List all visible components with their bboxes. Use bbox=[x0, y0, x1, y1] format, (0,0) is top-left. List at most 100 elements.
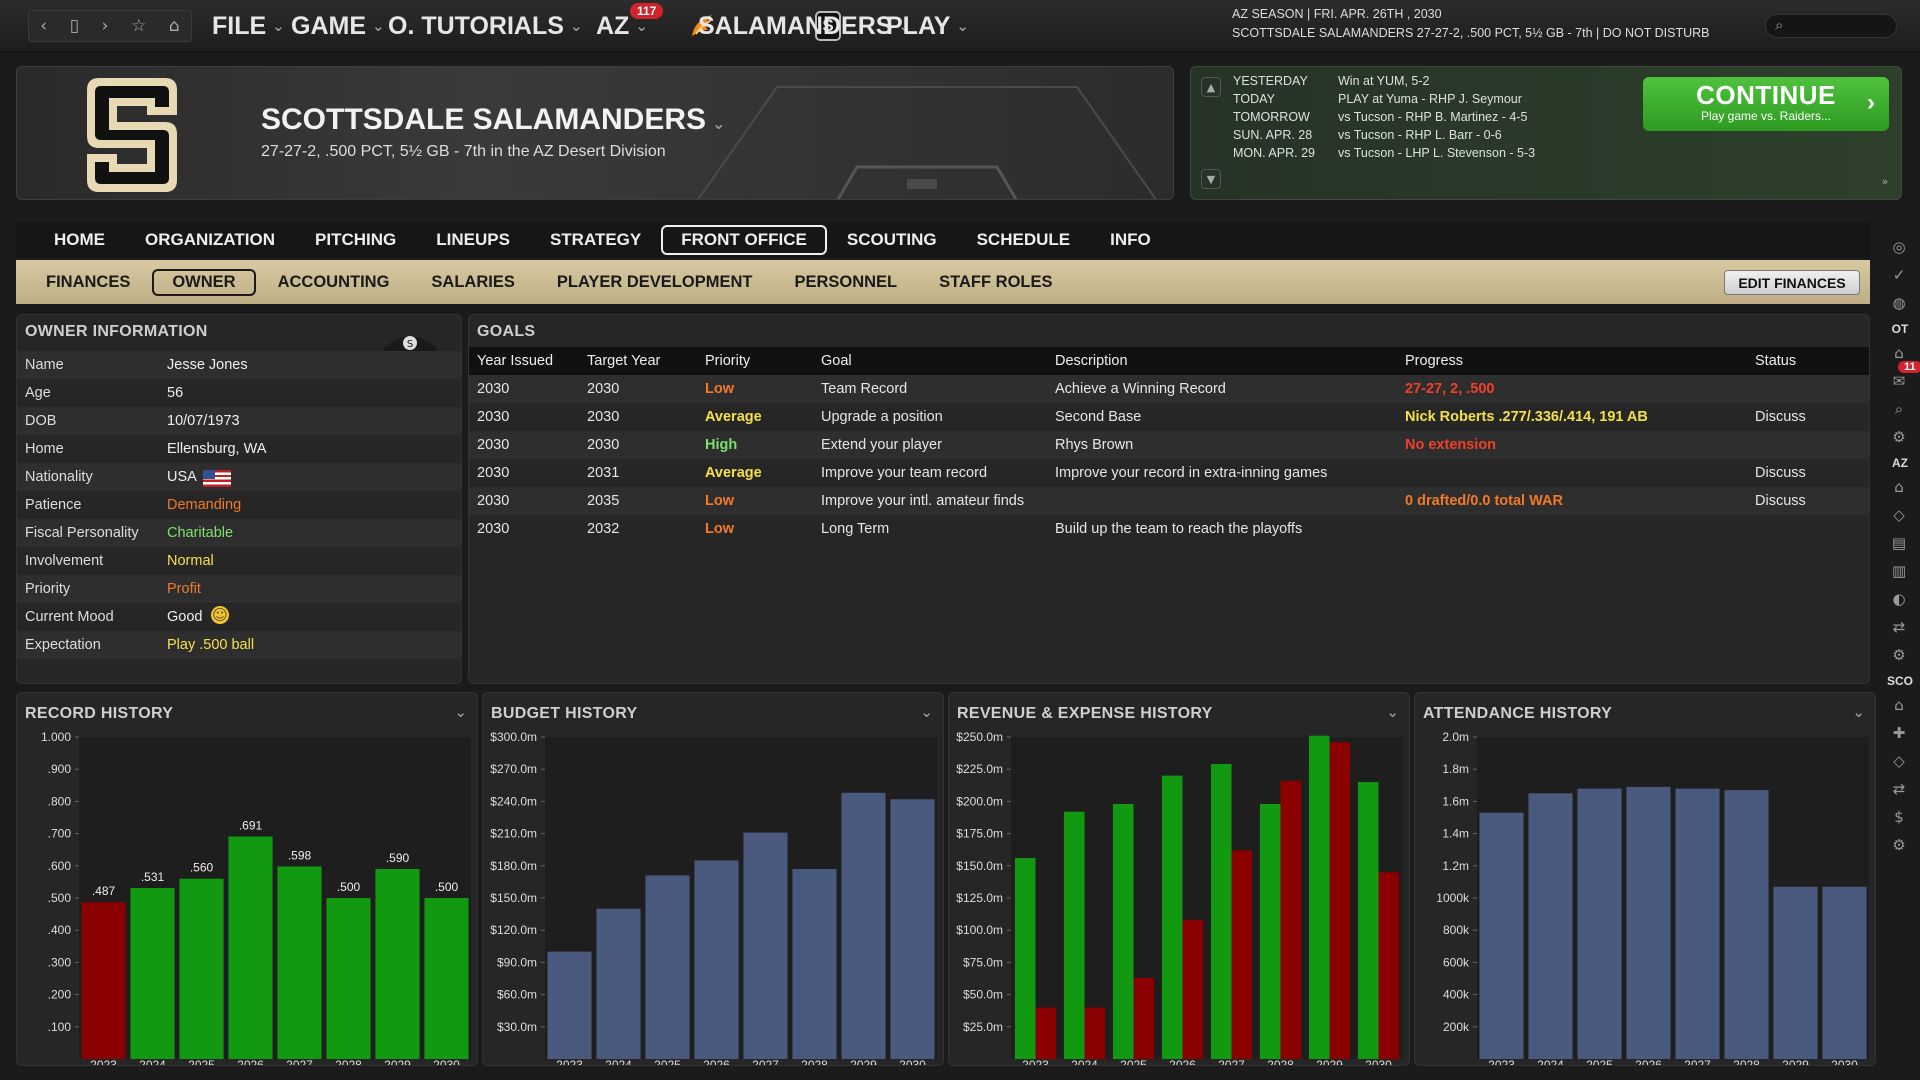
bar bbox=[1822, 886, 1867, 1059]
subtab-salaries[interactable]: SALARIES bbox=[411, 269, 534, 296]
search-icon[interactable]: ⌕ bbox=[1888, 400, 1910, 422]
search-input[interactable]: ⌕ bbox=[1765, 14, 1897, 38]
dollar-icon[interactable]: $ bbox=[1888, 808, 1910, 830]
baseball-icon[interactable]: ◐ bbox=[1888, 590, 1910, 612]
schedule-game: Win at YUM, 5-2 bbox=[1338, 74, 1430, 88]
goals-col-progress[interactable]: Progress bbox=[1405, 353, 1463, 369]
bar bbox=[1528, 793, 1573, 1059]
owner-row-expectation: Expectation Play .500 ball bbox=[17, 631, 461, 659]
x-tick-label: 2025 bbox=[1120, 1058, 1147, 1066]
menu-o-tutorials[interactable]: O. TUTORIALS ⌄ bbox=[388, 10, 583, 42]
x-tick-label: 2024 bbox=[1537, 1058, 1564, 1066]
subtab-player-development[interactable]: PLAYER DEVELOPMENT bbox=[537, 269, 773, 296]
menu-label: PLAY bbox=[886, 11, 951, 40]
menu-file[interactable]: FILE ⌄ bbox=[212, 10, 285, 42]
goal-row[interactable]: 2030 2032 Low Long Term Build up the team to… bbox=[469, 515, 1869, 543]
menu-game[interactable]: GAME ⌄ bbox=[291, 10, 385, 42]
trade-icon[interactable]: ⇄ bbox=[1888, 780, 1910, 802]
gear-icon[interactable]: ⚙ bbox=[1888, 428, 1910, 450]
goal-name: Improve your intl. amateur finds bbox=[821, 493, 1025, 509]
mail-icon[interactable]: ✉ bbox=[1888, 372, 1910, 394]
chevron-down-icon[interactable]: ⌄ bbox=[712, 114, 725, 133]
tab-organization[interactable]: ORGANIZATION bbox=[125, 225, 295, 255]
home-icon[interactable]: ⌂ bbox=[1888, 696, 1910, 718]
sidebar-label: SCO bbox=[1886, 674, 1913, 688]
y-tick-label: .900 bbox=[48, 762, 72, 776]
chevron-down-icon[interactable]: ⌄ bbox=[1386, 703, 1399, 721]
tab-pitching[interactable]: PITCHING bbox=[295, 225, 416, 255]
double-chevron-right-icon[interactable]: » bbox=[1875, 171, 1895, 191]
data-label: .598 bbox=[288, 848, 312, 862]
owner-row-age: Age 56 bbox=[17, 379, 461, 407]
bar bbox=[424, 898, 469, 1059]
goal-target-year: 2030 bbox=[587, 437, 620, 453]
checkmark-icon[interactable]: ✓ bbox=[1888, 266, 1910, 288]
edit-finances-button[interactable]: EDIT FINANCES bbox=[1724, 270, 1860, 295]
diamond-icon[interactable]: ◇ bbox=[1888, 752, 1910, 774]
star-icon[interactable]: ☆ bbox=[131, 16, 146, 36]
y-tick-label: $150.0m bbox=[490, 891, 537, 905]
trade-icon[interactable]: ⇄ bbox=[1888, 618, 1910, 640]
tab-info[interactable]: INFO bbox=[1090, 225, 1171, 255]
goals-col-year-issued[interactable]: Year Issued bbox=[477, 353, 553, 369]
lightbulb-icon[interactable]: ◎ bbox=[1888, 238, 1910, 260]
chevron-down-icon[interactable]: ▼ bbox=[1201, 169, 1221, 189]
tab-schedule[interactable]: SCHEDULE bbox=[957, 225, 1091, 255]
stats-icon[interactable]: ▥ bbox=[1888, 562, 1910, 584]
goal-row[interactable]: 2030 2035 Low Improve your intl. amateur fi… bbox=[469, 487, 1869, 515]
x-tick-label: 2030 bbox=[1365, 1058, 1392, 1066]
goal-row[interactable]: 2030 2030 High Extend your player Rhys Brown… bbox=[469, 431, 1869, 459]
diamond-icon[interactable]: ◇ bbox=[1888, 506, 1910, 528]
bar bbox=[547, 951, 592, 1059]
menu-az[interactable]: AZ ⌄ bbox=[596, 10, 648, 42]
y-tick-label: $180.0m bbox=[490, 859, 537, 873]
home-icon[interactable]: ⌂ bbox=[169, 16, 180, 36]
owner-field-label: Current Mood bbox=[25, 609, 114, 625]
subtab-owner[interactable]: OWNER bbox=[152, 268, 256, 296]
bar bbox=[1479, 812, 1524, 1059]
chevron-down-icon[interactable]: ⌄ bbox=[1852, 703, 1865, 721]
y-tick-label: 1.000 bbox=[41, 730, 71, 744]
menu-play[interactable]: PLAY ⌄ bbox=[886, 10, 969, 42]
roster-icon[interactable]: ▤ bbox=[1888, 534, 1910, 556]
bar bbox=[228, 836, 273, 1059]
gear-icon[interactable]: ⚙ bbox=[1888, 646, 1910, 668]
continue-button[interactable]: CONTINUE Play game vs. Raiders... › bbox=[1643, 77, 1889, 131]
tab-lineups[interactable]: LINEUPS bbox=[416, 225, 530, 255]
subtab-personnel[interactable]: PERSONNEL bbox=[774, 269, 917, 296]
goal-row[interactable]: 2030 2030 Average Upgrade a position Second … bbox=[469, 403, 1869, 431]
tab-strategy[interactable]: STRATEGY bbox=[530, 225, 661, 255]
goal-row[interactable]: 2030 2030 Low Team Record Achieve a Winning … bbox=[469, 375, 1869, 403]
forward-icon[interactable]: › bbox=[102, 16, 109, 36]
back-icon[interactable]: ‹ bbox=[40, 16, 47, 36]
team-name[interactable]: SCOTTSDALE SALAMANDERS ⌄ bbox=[261, 103, 725, 137]
subtab-finances[interactable]: FINANCES bbox=[26, 269, 150, 296]
tab-home[interactable]: HOME bbox=[34, 225, 125, 255]
bar-revenue bbox=[1308, 735, 1330, 1059]
mobile-icon[interactable]: ▯ bbox=[70, 16, 79, 36]
chevron-down-icon[interactable]: ⌄ bbox=[454, 703, 467, 721]
subtab-accounting[interactable]: ACCOUNTING bbox=[258, 269, 410, 296]
medical-icon[interactable]: ✚ bbox=[1888, 724, 1910, 746]
subtab-staff-roles[interactable]: STAFF ROLES bbox=[919, 269, 1072, 296]
goal-progress: 0 drafted/0.0 total WAR bbox=[1405, 493, 1563, 509]
goal-target-year: 2032 bbox=[587, 521, 620, 537]
chevron-down-icon[interactable]: ⌄ bbox=[920, 703, 933, 721]
owner-information-panel: OWNER INFORMATION S Name Jesse Jones Age 56… bbox=[16, 314, 462, 684]
goal-row[interactable]: 2030 2031 Average Improve your team record I… bbox=[469, 459, 1869, 487]
globe-icon[interactable]: ◍ bbox=[1888, 294, 1910, 316]
goals-col-status[interactable]: Status bbox=[1755, 353, 1796, 369]
goal-year-issued: 2030 bbox=[477, 521, 510, 537]
x-tick-label: 2030 bbox=[1831, 1058, 1858, 1066]
goals-col-description[interactable]: Description bbox=[1055, 353, 1128, 369]
tab-scouting[interactable]: SCOUTING bbox=[827, 225, 957, 255]
goals-col-target-year[interactable]: Target Year bbox=[587, 353, 660, 369]
chevron-up-icon[interactable]: ▲ bbox=[1201, 77, 1221, 97]
menu-salamanders[interactable]: SALAMANDERS ⌄ bbox=[698, 10, 911, 42]
goals-col-goal[interactable]: Goal bbox=[821, 353, 852, 369]
gear-icon[interactable]: ⚙ bbox=[1888, 836, 1910, 858]
goals-col-priority[interactable]: Priority bbox=[705, 353, 750, 369]
home-icon[interactable]: ⌂ bbox=[1888, 478, 1910, 500]
chart-attendance-history: ATTENDANCE HISTORY ⌄ 200k 400k 600k 800k 1000k… bbox=[1414, 692, 1876, 1066]
tab-front-office[interactable]: FRONT OFFICE bbox=[661, 225, 827, 255]
